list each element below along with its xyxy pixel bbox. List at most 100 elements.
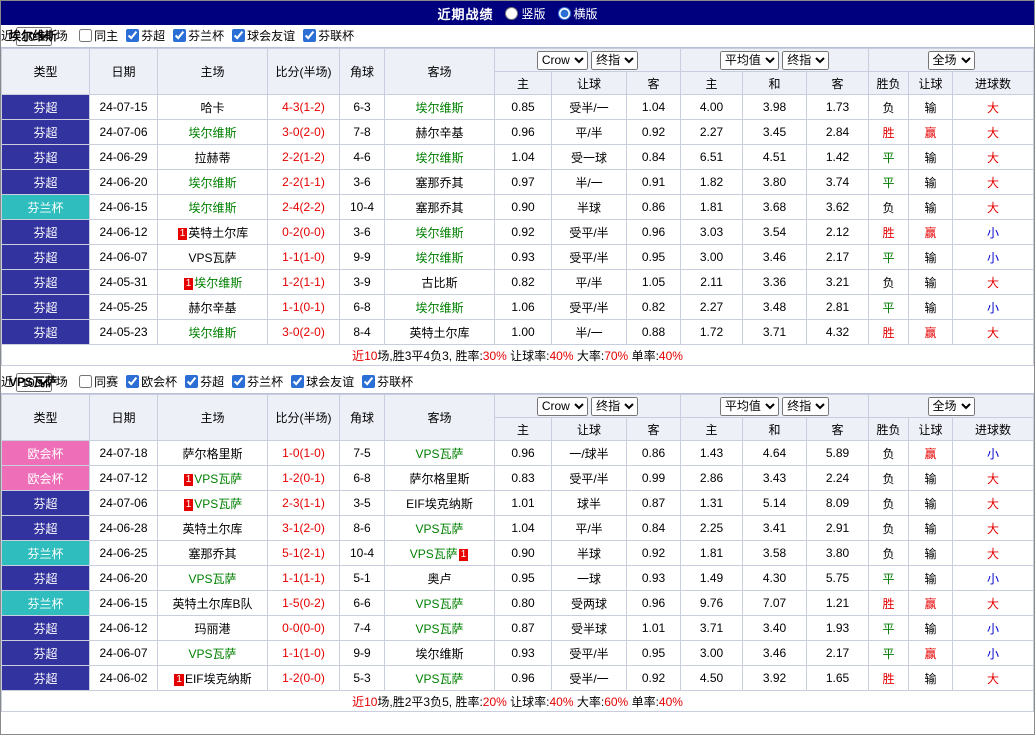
match-score: 1-1(1-0) <box>268 245 340 270</box>
summary-segment: 让球率: <box>507 349 550 363</box>
filter-option-同赛[interactable]: 同赛 <box>77 375 118 389</box>
filter-checkbox[interactable] <box>126 375 139 388</box>
team-name: 埃尔维斯 <box>415 301 463 315</box>
match-row: 芬超24-05-311埃尔维斯1-2(1-1)3-9古比斯0.82平/半1.05… <box>2 270 1034 295</box>
euro-final-select[interactable]: 终指 <box>782 51 829 70</box>
result-wdl: 负 <box>869 491 909 516</box>
layout-option-horizontal[interactable]: 横版 <box>558 5 598 22</box>
result-goals: 大 <box>953 320 1034 345</box>
team-name: VPS瓦萨 <box>415 522 463 536</box>
filter-option-球会友谊[interactable]: 球会友谊 <box>230 29 295 43</box>
vertical-radio[interactable] <box>505 7 518 20</box>
euro-odds-1: 3.98 <box>743 95 807 120</box>
asia-odds-1: 受平/半 <box>552 295 627 320</box>
summary-text: 近10场,胜3平4负3, 胜率:30% 让球率:40% 大率:70% 单率:40… <box>2 345 1034 366</box>
match-type-cell: 芬兰杯 <box>2 541 90 566</box>
filter-checkbox[interactable] <box>79 29 92 42</box>
filter-option-芬联杯[interactable]: 芬联杯 <box>301 29 354 43</box>
filter-checkbox[interactable] <box>126 29 139 42</box>
result-goals: 大 <box>953 666 1034 691</box>
team-name: 赫尔辛基 <box>415 126 463 140</box>
euro-odds-1: 3.48 <box>743 295 807 320</box>
asia-odds-0: 0.97 <box>495 170 552 195</box>
corner-score: 10-4 <box>340 541 385 566</box>
filter-checkbox[interactable] <box>185 375 198 388</box>
filter-option-同主[interactable]: 同主 <box>77 29 118 43</box>
asia-odds-2: 0.88 <box>627 320 681 345</box>
recent-results-table: 类型 日期 主场 比分(半场) 角球 客场 Crow 终指 平均值 终指 <box>1 394 1034 712</box>
home-team-cell: 1VPS瓦萨 <box>158 466 268 491</box>
team-name: VPS瓦萨 <box>194 497 242 511</box>
euro-odds-1: 3.43 <box>743 466 807 491</box>
euro-avg-select[interactable]: 平均值 <box>720 397 779 416</box>
match-score: 2-2(1-1) <box>268 170 340 195</box>
home-team-cell: VPS瓦萨 <box>158 245 268 270</box>
rank-badge: 1 <box>184 474 194 486</box>
euro-odds-0: 1.43 <box>681 441 743 466</box>
result-goals: 小 <box>953 295 1034 320</box>
away-team-cell: 古比斯 <box>385 270 495 295</box>
asia-final-select[interactable]: 终指 <box>591 51 638 70</box>
filter-option-芬超[interactable]: 芬超 <box>124 29 165 43</box>
fulltime-select[interactable]: 全场 <box>928 51 975 70</box>
filter-option-芬兰杯[interactable]: 芬兰杯 <box>171 29 224 43</box>
filter-label: 芬联杯 <box>377 375 413 389</box>
match-score: 4-3(1-2) <box>268 95 340 120</box>
asia-odds-2: 0.92 <box>627 541 681 566</box>
filter-checkbox[interactable] <box>291 375 304 388</box>
team-name: 埃尔维斯 <box>188 201 236 215</box>
col-asia-away: 客 <box>627 72 681 95</box>
team-name: VPS瓦萨 <box>410 547 458 561</box>
filter-checkbox[interactable] <box>303 29 316 42</box>
horizontal-radio[interactable] <box>558 7 571 20</box>
match-row: 芬兰杯24-06-15埃尔维斯2-4(2-2)10-4塞那乔其0.90半球0.8… <box>2 195 1034 220</box>
match-type-cell: 芬兰杯 <box>2 195 90 220</box>
result-goals: 大 <box>953 120 1034 145</box>
euro-odds-1: 7.07 <box>743 591 807 616</box>
filter-checkbox[interactable] <box>173 29 186 42</box>
asia-odds-0: 1.06 <box>495 295 552 320</box>
filter-label: 芬超 <box>200 375 224 389</box>
match-date: 24-06-20 <box>90 170 158 195</box>
layout-option-vertical[interactable]: 竖版 <box>505 5 545 22</box>
summary-segment: 胜率: <box>455 695 482 709</box>
away-team-cell: VPS瓦萨 <box>385 616 495 641</box>
filter-checkbox[interactable] <box>232 375 245 388</box>
asia-final-select[interactable]: 终指 <box>591 397 638 416</box>
euro-avg-select[interactable]: 平均值 <box>720 51 779 70</box>
asia-odds-0: 0.93 <box>495 641 552 666</box>
filter-option-欧会杯[interactable]: 欧会杯 <box>124 375 177 389</box>
filter-checkbox[interactable] <box>79 375 92 388</box>
home-team-cell: 英特土尔库 <box>158 516 268 541</box>
asia-odds-1: 半/一 <box>552 170 627 195</box>
rank-badge: 1 <box>184 499 194 511</box>
away-team-cell: 奥卢 <box>385 566 495 591</box>
asia-odds-2: 0.95 <box>627 245 681 270</box>
filter-option-芬联杯[interactable]: 芬联杯 <box>360 375 413 389</box>
summary-segment: 场,胜3平4负3, <box>377 349 455 363</box>
filter-option-芬兰杯[interactable]: 芬兰杯 <box>230 375 283 389</box>
euro-odds-header: 平均值 终指 <box>681 49 869 72</box>
euro-final-select[interactable]: 终指 <box>782 397 829 416</box>
result-handicap: 输 <box>909 145 953 170</box>
filter-option-芬超[interactable]: 芬超 <box>183 375 224 389</box>
match-rows: 欧会杯24-07-18萨尔格里斯1-0(1-0)7-5VPS瓦萨0.96一/球半… <box>2 441 1034 691</box>
bookmaker-select[interactable]: Crow <box>537 51 588 70</box>
rank-badge: 1 <box>178 228 188 240</box>
filter-checkbox[interactable] <box>232 29 245 42</box>
match-row: 芬兰杯24-06-15英特土尔库B队1-5(0-2)6-6VPS瓦萨0.80受两… <box>2 591 1034 616</box>
euro-odds-2: 1.93 <box>807 616 869 641</box>
team-name: 英特土尔库 <box>182 522 242 536</box>
match-score: 1-2(0-0) <box>268 666 340 691</box>
result-header: 全场 <box>869 395 1034 418</box>
fulltime-select[interactable]: 全场 <box>928 397 975 416</box>
euro-odds-0: 3.00 <box>681 641 743 666</box>
corner-score: 4-6 <box>340 145 385 170</box>
team-name: VPS瓦萨 <box>415 672 463 686</box>
result-handicap: 输 <box>909 195 953 220</box>
filter-option-球会友谊[interactable]: 球会友谊 <box>289 375 354 389</box>
recent-results-table: 类型 日期 主场 比分(半场) 角球 客场 Crow 终指 平均值 终指 <box>1 48 1034 366</box>
match-type-cell: 芬超 <box>2 245 90 270</box>
filter-checkbox[interactable] <box>362 375 375 388</box>
bookmaker-select[interactable]: Crow <box>537 397 588 416</box>
